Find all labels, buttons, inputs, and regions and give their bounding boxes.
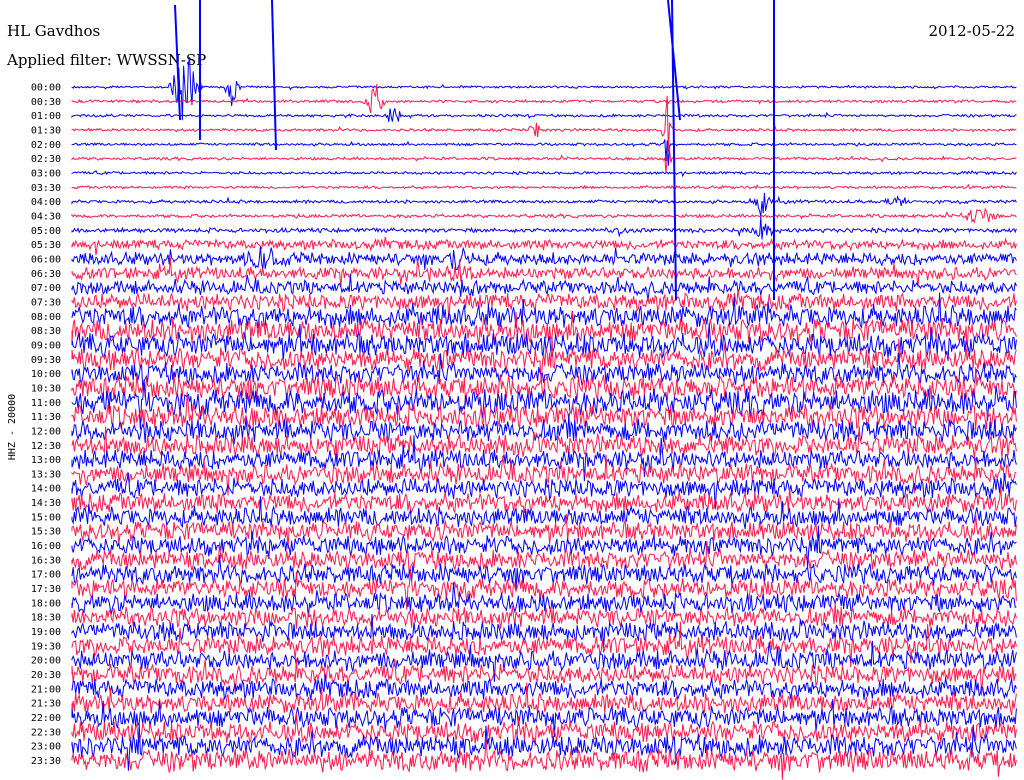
row-time-label: 23:30	[31, 756, 61, 767]
trace-0330	[71, 183, 1017, 190]
trace-0400	[71, 192, 1017, 217]
trace-0500	[71, 216, 1017, 240]
row-time-label: 21:00	[31, 684, 61, 695]
row-time-label: 08:00	[31, 312, 61, 323]
trace-0000	[71, 57, 1017, 121]
trace-0200	[71, 139, 1017, 166]
trace-0800	[71, 292, 1017, 330]
row-time-label: 16:00	[31, 541, 61, 552]
row-time-label: 10:30	[31, 383, 61, 394]
row-time-label: 16:30	[31, 555, 61, 566]
large-spike-trace	[174, 0, 775, 301]
row-time-label: 19:00	[31, 627, 61, 638]
row-time-label: 11:00	[31, 398, 61, 409]
trace-0030	[71, 84, 1017, 114]
row-time-label: 02:30	[31, 154, 61, 165]
trace-0430	[71, 207, 1017, 224]
row-time-label: 04:30	[31, 211, 61, 222]
trace-1030	[71, 367, 1017, 409]
row-time-label: 18:00	[31, 598, 61, 609]
row-time-label: 07:00	[31, 283, 61, 294]
row-time-label: 02:00	[31, 140, 61, 151]
row-time-label: 08:30	[31, 326, 61, 337]
row-time-label: 05:30	[31, 240, 61, 251]
row-time-label: 00:30	[31, 97, 61, 108]
row-time-label: 18:30	[31, 613, 61, 624]
traces-group	[71, 0, 1017, 780]
channel-label: HHZ - 20000	[7, 394, 18, 460]
trace-0600	[71, 246, 1017, 271]
row-time-label: 17:30	[31, 584, 61, 595]
row-time-label: 14:00	[31, 484, 61, 495]
row-time-label: 07:30	[31, 297, 61, 308]
row-time-label: 06:00	[31, 254, 61, 265]
row-time-label: 23:00	[31, 742, 61, 753]
row-time-label: 13:30	[31, 469, 61, 480]
trace-0230	[71, 141, 1017, 173]
trace-1800	[71, 582, 1017, 618]
trace-0530	[71, 236, 1017, 256]
row-time-label: 22:30	[31, 727, 61, 738]
row-time-label: 20:00	[31, 656, 61, 667]
trace-0700	[71, 273, 1017, 302]
row-time-label: 01:30	[31, 125, 61, 136]
row-time-label: 20:30	[31, 670, 61, 681]
trace-0300	[71, 169, 1017, 178]
row-time-label: 12:30	[31, 441, 61, 452]
trace-0100	[71, 108, 1017, 122]
row-time-label: 01:00	[31, 111, 61, 122]
trace-1600	[71, 525, 1017, 568]
row-time-label: 19:30	[31, 641, 61, 652]
row-time-label: 22:00	[31, 713, 61, 724]
row-time-label: 03:00	[31, 168, 61, 179]
row-time-label: 06:30	[31, 269, 61, 280]
row-time-label: 17:00	[31, 570, 61, 581]
row-time-label: 09:30	[31, 355, 61, 366]
row-time-label: 11:30	[31, 412, 61, 423]
row-time-label: 05:00	[31, 226, 61, 237]
row-time-label: 00:00	[31, 83, 61, 94]
row-time-label: 15:00	[31, 512, 61, 523]
time-labels: 00:00 00:30 01:00 01:30 02:00 02:30 03:00 03:30…	[31, 83, 61, 768]
row-time-label: 13:00	[31, 455, 61, 466]
row-time-label: 15:30	[31, 527, 61, 538]
row-time-label: 09:00	[31, 340, 61, 351]
row-time-label: 04:00	[31, 197, 61, 208]
row-time-label: 10:00	[31, 369, 61, 380]
seismogram-plot: 00:00 00:30 01:00 01:30 02:00 02:30 03:00 03:30…	[7, 0, 1017, 780]
row-time-label: 14:30	[31, 498, 61, 509]
row-time-label: 12:00	[31, 426, 61, 437]
row-time-label: 21:30	[31, 699, 61, 710]
row-time-label: 03:30	[31, 183, 61, 194]
